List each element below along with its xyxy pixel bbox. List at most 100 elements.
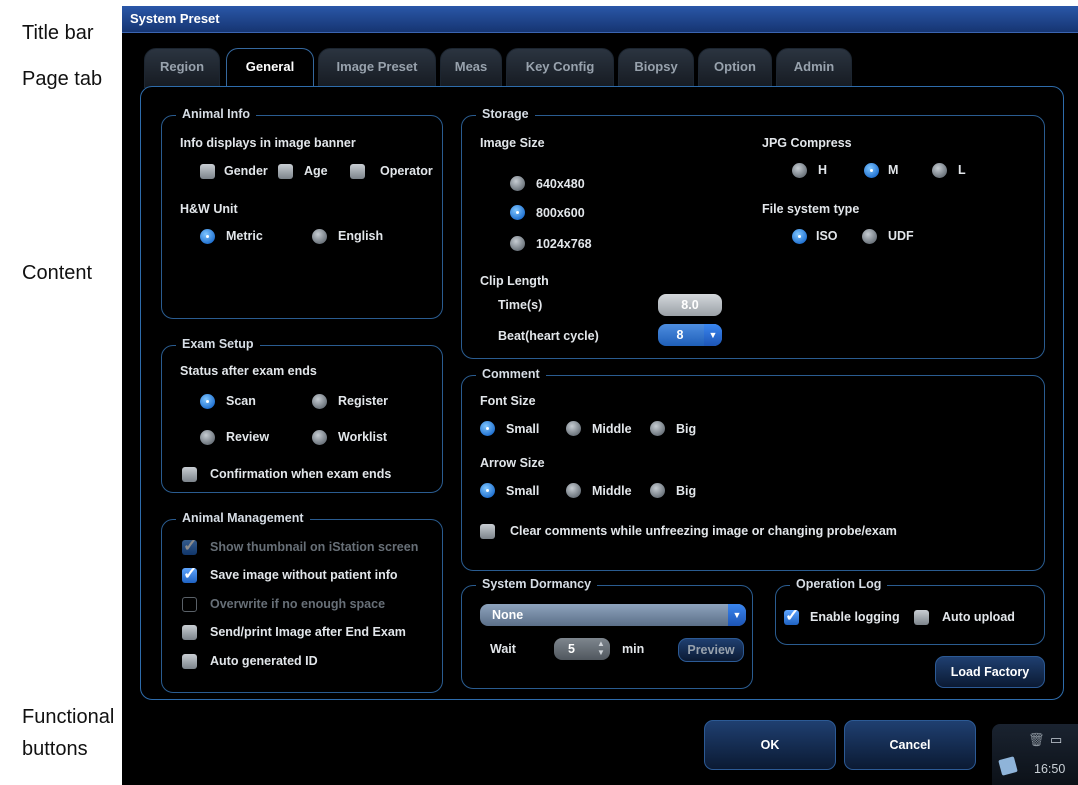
jpg-h-label: H — [818, 163, 828, 177]
wait-label: Wait — [490, 642, 516, 656]
cancel-button[interactable]: Cancel — [844, 720, 976, 770]
annotation-title-bar: Title bar — [22, 22, 94, 44]
fs-udf-radio[interactable] — [862, 229, 877, 244]
size-640-radio[interactable] — [510, 176, 525, 191]
save-image-checkbox[interactable] — [182, 564, 197, 584]
operator-label: Operator — [380, 164, 433, 178]
size-1024-radio[interactable] — [510, 236, 525, 251]
fs-iso-radio[interactable] — [792, 229, 807, 244]
arrow-big-label: Big — [676, 484, 697, 498]
register-label: Register — [338, 394, 389, 408]
beat-label: Beat(heart cycle) — [498, 329, 599, 343]
operation-log-title: Operation Log — [790, 577, 888, 591]
metric-radio[interactable] — [200, 229, 215, 244]
arrow-middle-label: Middle — [592, 484, 632, 498]
wait-stepper[interactable]: 5 ▲ ▼ — [554, 638, 610, 660]
trash-icon[interactable]: 🗑 — [1028, 732, 1045, 748]
jpg-h-radio[interactable] — [792, 163, 807, 178]
send-print-label: Send/print Image after End Exam — [210, 625, 406, 639]
enable-logging-checkbox[interactable] — [784, 606, 799, 626]
size-800-radio[interactable] — [510, 205, 525, 220]
register-radio[interactable] — [312, 394, 327, 409]
banner-label: Info displays in image banner — [180, 136, 356, 150]
jpg-m-radio[interactable] — [864, 163, 879, 178]
animal-management-group: Animal Management Show thumbnail on iSta… — [161, 511, 443, 693]
thumbnail-label: Show thumbnail on iStation screen — [210, 540, 419, 554]
worklist-radio[interactable] — [312, 430, 327, 445]
annotation-page-tab: Page tab — [22, 68, 103, 90]
review-radio[interactable] — [200, 430, 215, 445]
time-input[interactable]: 8.0 — [658, 294, 722, 316]
jpg-l-radio[interactable] — [932, 163, 947, 178]
english-radio[interactable] — [312, 229, 327, 244]
size-800-label: 800x600 — [536, 206, 585, 220]
tab-image-preset[interactable]: Image Preset — [318, 48, 436, 88]
age-label: Age — [304, 164, 328, 178]
dormancy-dropdown[interactable]: None ▼ — [480, 604, 746, 626]
english-label: English — [338, 229, 384, 243]
wait-value: 5 — [568, 642, 575, 656]
content-panel: Animal Info Info displays in image banne… — [140, 86, 1064, 700]
preview-button[interactable]: Preview — [678, 638, 744, 662]
tab-biopsy[interactable]: Biopsy — [618, 48, 694, 88]
operation-log-group: Operation Log Enable logging Auto upload — [775, 577, 1045, 645]
comment-group: Comment Font Size Small Middle Big Arrow… — [461, 367, 1045, 571]
status-after-exam-label: Status after exam ends — [180, 364, 317, 378]
font-big-label: Big — [676, 422, 697, 436]
tab-option[interactable]: Option — [698, 48, 772, 88]
tab-meas[interactable]: Meas — [440, 48, 502, 88]
font-small-label: Small — [506, 422, 540, 436]
load-factory-button[interactable]: Load Factory — [935, 656, 1045, 688]
monitor-icon[interactable]: ▭ — [1050, 732, 1062, 748]
clip-length-label: Clip Length — [480, 274, 549, 288]
arrow-middle-radio[interactable] — [566, 483, 581, 498]
confirm-exam-end-checkbox[interactable] — [182, 467, 197, 482]
chevron-down-icon[interactable]: ▼ — [704, 324, 722, 346]
auto-id-checkbox[interactable] — [182, 654, 197, 669]
save-image-label: Save image without patient info — [210, 568, 398, 582]
comment-title: Comment — [476, 367, 546, 381]
fs-iso-label: ISO — [816, 229, 838, 243]
clear-comments-checkbox[interactable] — [480, 524, 495, 539]
auto-upload-checkbox[interactable] — [914, 610, 929, 625]
animal-management-title: Animal Management — [176, 511, 310, 525]
gender-label: Gender — [224, 164, 268, 178]
system-dormancy-group: System Dormancy None ▼ Wait 5 ▲ ▼ min Pre… — [461, 577, 753, 689]
font-small-radio[interactable] — [480, 421, 495, 436]
size-640-label: 640x480 — [536, 177, 585, 191]
animal-info-title: Animal Info — [176, 107, 257, 121]
stepper-arrows-icon[interactable]: ▲ ▼ — [594, 639, 608, 659]
tab-admin[interactable]: Admin — [776, 48, 852, 88]
exam-setup-group: Exam Setup Status after exam ends Scan R… — [161, 337, 443, 493]
jpg-m-label: M — [888, 163, 899, 177]
confirm-exam-end-label: Confirmation when exam ends — [210, 467, 392, 481]
image-size-label: Image Size — [480, 136, 545, 150]
arrow-small-label: Small — [506, 484, 540, 498]
operator-checkbox[interactable] — [350, 164, 365, 179]
size-1024-label: 1024x768 — [536, 237, 592, 251]
ok-button[interactable]: OK — [704, 720, 836, 770]
tab-key-config[interactable]: Key Config — [506, 48, 614, 88]
gender-checkbox[interactable] — [200, 164, 215, 179]
auto-upload-label: Auto upload — [942, 610, 1015, 624]
clear-comments-label: Clear comments while unfreezing image or… — [510, 524, 897, 538]
scan-radio[interactable] — [200, 394, 215, 409]
chevron-down-icon[interactable]: ▼ — [728, 604, 746, 626]
printer-icon[interactable] — [998, 756, 1018, 776]
arrow-big-radio[interactable] — [650, 483, 665, 498]
overwrite-checkbox[interactable] — [182, 597, 197, 612]
tab-region[interactable]: Region — [144, 48, 220, 88]
font-big-radio[interactable] — [650, 421, 665, 436]
send-print-checkbox[interactable] — [182, 625, 197, 640]
annotation-functional: Functional — [22, 706, 115, 728]
hw-unit-label: H&W Unit — [180, 202, 238, 216]
metric-label: Metric — [226, 229, 263, 243]
thumbnail-checkbox[interactable] — [182, 536, 197, 556]
jpg-l-label: L — [958, 163, 966, 177]
arrow-small-radio[interactable] — [480, 483, 495, 498]
font-middle-label: Middle — [592, 422, 632, 436]
annotation-content: Content — [22, 262, 93, 284]
age-checkbox[interactable] — [278, 164, 293, 179]
font-middle-radio[interactable] — [566, 421, 581, 436]
beat-dropdown[interactable]: 8 ▼ — [658, 324, 722, 346]
